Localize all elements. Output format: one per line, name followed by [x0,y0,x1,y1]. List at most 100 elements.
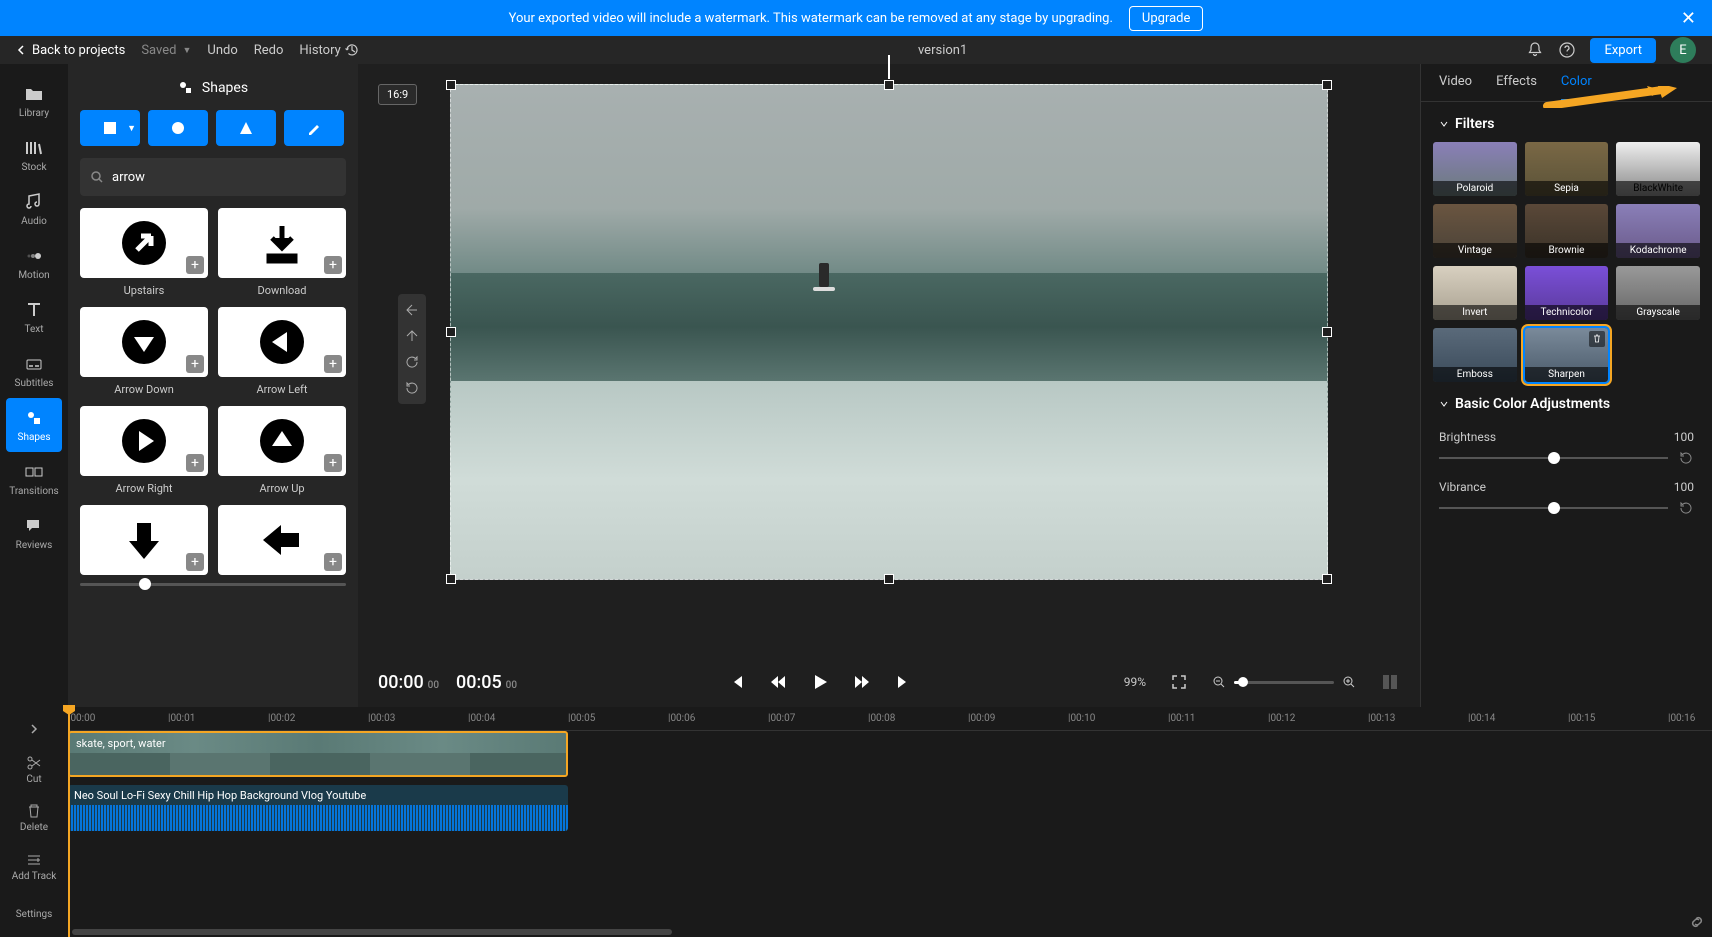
basic-adjustments-header[interactable]: Basic Color Adjustments [1421,382,1712,422]
shape-arrow-left[interactable]: + Arrow Left [218,307,346,396]
flip-h-icon[interactable] [402,324,422,348]
aspect-ratio-badge[interactable]: 16:9 [378,84,417,105]
add-icon[interactable]: + [324,355,342,373]
filter-sharpen[interactable]: Sharpen [1525,328,1609,382]
forward-icon[interactable] [853,673,871,691]
fullscreen-icon[interactable] [1170,673,1188,691]
filter-technicolor[interactable]: Technicolor [1525,266,1609,320]
sidebar-item-text[interactable]: Text [6,290,62,344]
trash-icon[interactable] [1589,331,1605,347]
add-icon[interactable]: + [324,256,342,274]
shapes-zoom-slider[interactable] [80,583,346,586]
expand-timeline-button[interactable] [6,715,62,744]
sidebar-item-audio[interactable]: Audio [6,182,62,236]
skip-end-icon[interactable] [895,673,913,691]
resize-handle[interactable] [884,80,894,90]
reset-icon[interactable] [1678,500,1694,516]
sidebar-item-motion[interactable]: Motion [6,236,62,290]
shape-search[interactable] [80,158,346,196]
shape-block-arrow-left[interactable]: + [218,505,346,575]
shape-type-triangle[interactable] [216,110,276,146]
export-button[interactable]: Export [1590,38,1656,63]
resize-handle[interactable] [446,327,456,337]
filter-grayscale[interactable]: Grayscale [1616,266,1700,320]
close-icon[interactable]: ✕ [1681,8,1696,29]
upgrade-button[interactable]: Upgrade [1129,6,1203,31]
tab-effects[interactable]: Effects [1496,74,1537,101]
resize-handle[interactable] [1322,327,1332,337]
add-icon[interactable]: + [186,256,204,274]
audio-clip[interactable]: Neo Soul Lo-Fi Sexy Chill Hip Hop Backgr… [68,785,568,831]
timeline-tracks[interactable]: skate, sport, water Neo Soul Lo-Fi Sexy … [68,731,1712,927]
play-icon[interactable] [811,673,829,691]
adjustment-slider[interactable] [1439,457,1668,459]
sidebar-item-shapes[interactable]: Shapes [6,398,62,452]
shape-type-square[interactable]: ▼ [80,110,140,146]
redo-button[interactable]: Redo [254,43,284,58]
reset-icon[interactable] [1678,450,1694,466]
sidebar-item-library[interactable]: Library [6,74,62,128]
add-track-button[interactable]: Add Track [6,844,62,888]
filter-sepia[interactable]: Sepia [1525,142,1609,196]
back-to-projects-link[interactable]: Back to projects [16,43,125,58]
rewind-icon[interactable] [769,673,787,691]
undo-button[interactable]: Undo [207,43,237,58]
flip-v-icon[interactable] [402,298,422,322]
playhead[interactable] [68,707,70,937]
timeline-scrollbar[interactable] [68,927,1712,937]
resize-handle[interactable] [446,80,456,90]
filter-polaroid[interactable]: Polaroid [1433,142,1517,196]
save-status[interactable]: Saved ▼ [141,43,191,58]
add-icon[interactable]: + [186,454,204,472]
link-icon[interactable] [1688,913,1706,931]
filter-kodachrome[interactable]: Kodachrome [1616,204,1700,258]
shape-type-circle[interactable] [148,110,208,146]
rotate-ccw-icon[interactable] [402,376,422,400]
search-input[interactable] [112,170,336,185]
add-icon[interactable]: + [186,553,204,571]
add-icon[interactable]: + [186,355,204,373]
filter-blackwhite[interactable]: BlackWhite [1616,142,1700,196]
settings-button[interactable]: Settings [6,893,62,937]
resize-handle[interactable] [884,574,894,584]
zoom-in-icon[interactable] [1342,675,1356,689]
shape-arrow-down[interactable]: + Arrow Down [80,307,208,396]
add-icon[interactable]: + [324,454,342,472]
zoom-slider[interactable] [1234,681,1334,684]
filter-emboss[interactable]: Emboss [1433,328,1517,382]
sidebar-item-reviews[interactable]: Reviews [6,506,62,560]
rotate-handle[interactable] [888,55,890,79]
split-view-icon[interactable] [1380,672,1400,692]
avatar[interactable]: E [1670,37,1696,63]
sidebar-item-stock[interactable]: Stock [6,128,62,182]
add-icon[interactable]: + [324,553,342,571]
help-icon[interactable] [1558,41,1576,59]
resize-handle[interactable] [1322,80,1332,90]
filter-brownie[interactable]: Brownie [1525,204,1609,258]
sidebar-item-subtitles[interactable]: Subtitles [6,344,62,398]
shape-upstairs[interactable]: + Upstairs [80,208,208,297]
zoom-out-icon[interactable] [1212,675,1226,689]
skip-start-icon[interactable] [727,673,745,691]
bell-icon[interactable] [1526,41,1544,59]
video-clip[interactable]: skate, sport, water [68,731,568,777]
filter-invert[interactable]: Invert [1433,266,1517,320]
shape-type-pen[interactable] [284,110,344,146]
preview-canvas[interactable] [450,84,1328,580]
tab-video[interactable]: Video [1439,74,1472,101]
filter-vintage[interactable]: Vintage [1433,204,1517,258]
timeline-ruler[interactable]: |00:00|00:01|00:02|00:03|00:04|00:05|00:… [68,707,1712,731]
shape-arrow-right[interactable]: + Arrow Right [80,406,208,495]
delete-button[interactable]: Delete [6,796,62,840]
filters-section-header[interactable]: Filters [1421,102,1712,142]
resize-handle[interactable] [1322,574,1332,584]
resize-handle[interactable] [446,574,456,584]
shape-download[interactable]: + Download [218,208,346,297]
tab-color[interactable]: Color [1561,74,1592,101]
adjustment-slider[interactable] [1439,507,1668,509]
shape-arrow-up[interactable]: + Arrow Up [218,406,346,495]
history-button[interactable]: History [299,43,358,58]
sidebar-item-transitions[interactable]: Transitions [6,452,62,506]
shape-block-arrow-down[interactable]: + [80,505,208,575]
rotate-cw-icon[interactable] [402,350,422,374]
